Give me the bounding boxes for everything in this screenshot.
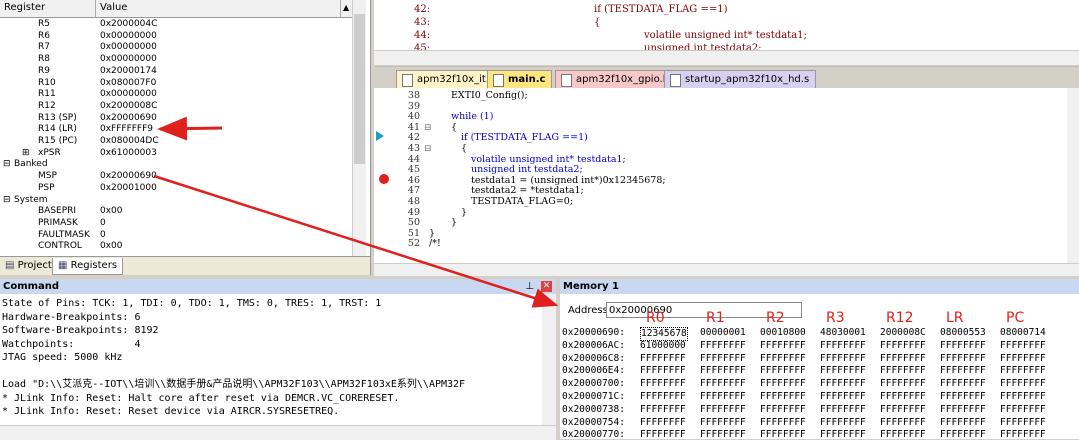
msp-annotation-line <box>153 174 559 308</box>
annotation-overlay <box>153 116 559 308</box>
lr-annotation-arrow <box>157 116 223 141</box>
